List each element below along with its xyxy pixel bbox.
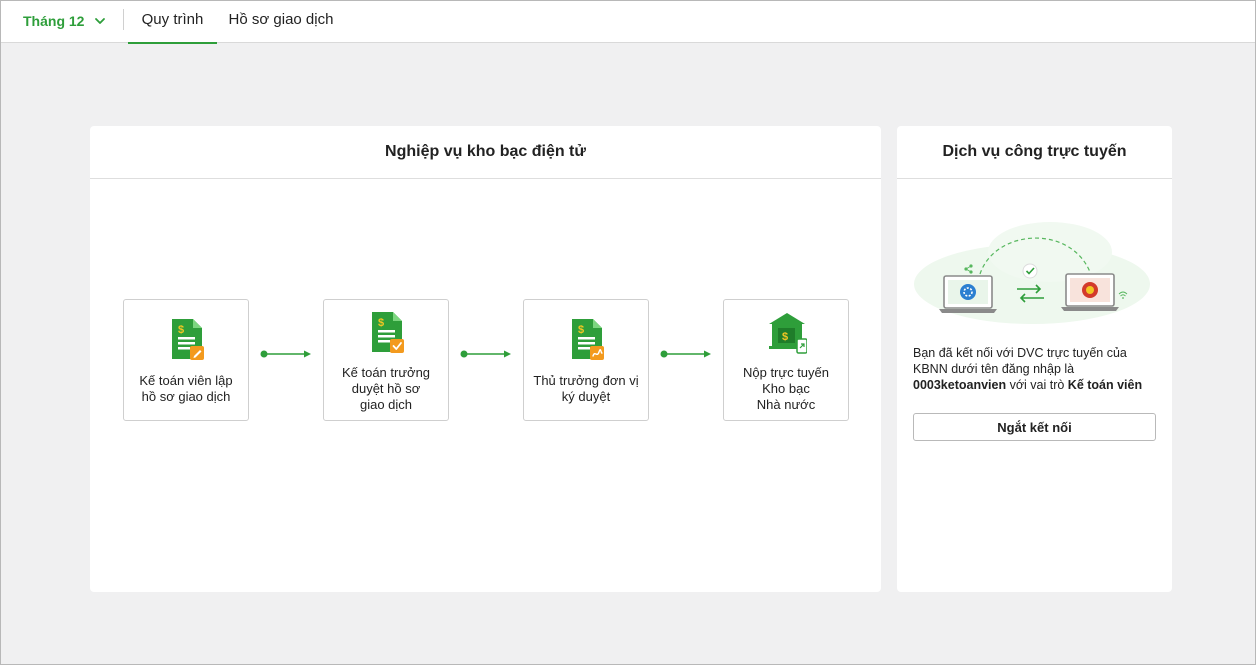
bank-upload-icon: $ [769,313,807,354]
svg-text:$: $ [782,331,788,343]
arrow-right-icon [460,350,511,358]
username: 0003ketoanvien [913,378,1007,392]
tab-transaction-records[interactable]: Hồ sơ giao dịch [217,1,345,43]
svg-text:$: $ [178,324,184,336]
chevron-down-icon [95,18,106,24]
online-service-card: Dịch vụ công trực tuyến Bạn đã kết nối v… [897,126,1172,592]
connection-status-text: Bạn đã kết nối với DVC trực tuyến của KB… [913,345,1163,393]
arrow-right-icon [260,350,311,358]
status-text-middle: với vai trò [1006,378,1068,392]
step-label: Nộp trực tuyến Kho bạc Nhà nước [742,365,830,412]
step-label: Thủ trưởng đơn vị ký duyệt [533,373,639,404]
step-head-sign[interactable]: $ Thủ trưởng đơn vị ký duyệt [523,299,649,421]
connection-illustration [914,222,1150,324]
step-accountant-create[interactable]: $ Kế toán viên lập hồ sơ giao dịch [123,299,249,421]
svg-text:$: $ [578,324,584,336]
document-dollar-sign-icon: $ [572,319,604,360]
step-label: Kế toán trưởng duyệt hồ sơ giao dịch [341,365,431,412]
document-dollar-edit-icon: $ [172,319,204,360]
step-submit-online-treasury[interactable]: $ Nộp trực tuyến Kho bạc Nhà nước [723,299,849,421]
online-service-title: Dịch vụ công trực tuyến [897,126,1172,179]
arrow-right-icon [660,350,711,358]
svg-text:$: $ [378,317,384,329]
document-dollar-check-icon: $ [372,312,404,353]
top-bar: Tháng 12 Quy trình Hồ sơ giao dịch [1,1,1255,44]
status-text-prefix: Bạn đã kết nối với DVC trực tuyến của KB… [913,346,1127,376]
tab-process[interactable]: Quy trình [128,1,217,44]
treasury-workflow-card: Nghiệp vụ kho bạc điện tử $ Kế toán viên… [90,126,881,592]
treasury-card-title: Nghiệp vụ kho bạc điện tử [90,126,881,179]
month-label: Tháng 12 [23,13,85,29]
step-label: Kế toán viên lập hồ sơ giao dịch [139,373,233,404]
month-selector[interactable]: Tháng 12 [23,11,106,31]
divider [123,9,124,30]
role: Kế toán viên [1067,378,1143,392]
step-chief-accountant-approve[interactable]: $ Kế toán trưởng duyệt hồ sơ giao dịch [323,299,449,421]
disconnect-button[interactable]: Ngắt kết nối [913,413,1156,441]
